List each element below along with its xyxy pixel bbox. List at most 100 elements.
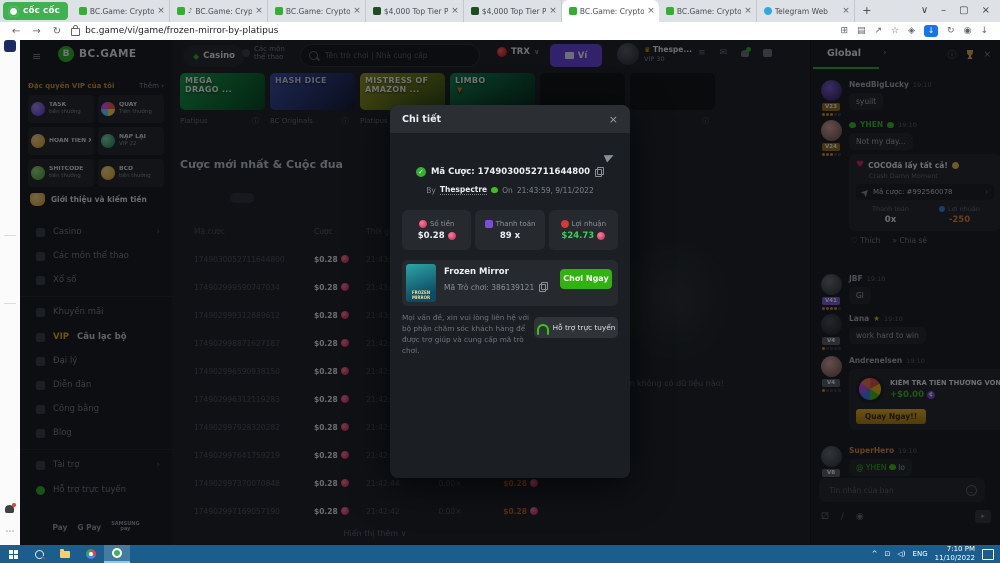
url-field[interactable]: bc.game/vi/game/frozen-mirror-by-platipu… <box>71 26 840 36</box>
sync-icon[interactable]: ↻ <box>947 26 955 36</box>
bet-details-modal: Chi tiết × ✓ Mã Cược: 174903005271164480… <box>390 105 630 478</box>
url-text: bc.game/vi/game/frozen-mirror-by-platipu… <box>85 26 278 36</box>
download-active-icon[interactable]: ↓ <box>924 25 938 37</box>
tab-close-icon[interactable]: × <box>255 6 263 16</box>
forward-icon[interactable]: → <box>32 26 40 37</box>
translate-icon[interactable]: ⊞ <box>840 26 848 36</box>
more-icon[interactable]: ⋯ <box>4 526 16 538</box>
shield-icon[interactable]: ◈ <box>908 26 915 36</box>
tab-favicon <box>373 7 381 15</box>
tab-title: BC.Game: Crypt <box>195 7 252 16</box>
chrome-taskbar-icon[interactable] <box>78 545 104 563</box>
tab-title: $4,000 Top Tier Plati <box>384 7 448 16</box>
gem-icon <box>419 220 427 228</box>
reading-list-icon[interactable]: ▤ <box>857 26 866 36</box>
network-icon[interactable]: ⊡ <box>885 550 891 558</box>
downloads-tray-icon[interactable]: ↓ <box>980 26 988 36</box>
tab-favicon <box>79 7 87 15</box>
tab-title: Telegram Web <box>775 7 839 16</box>
tab-title: BC.Game: Crypto Ca <box>677 7 741 16</box>
start-button[interactable] <box>0 545 26 563</box>
screen: cốc cốc ♪ BC.Game: Crypto Ca × ♪ BC.Game… <box>0 0 1000 563</box>
share-icon[interactable]: ↗ <box>875 26 883 36</box>
frog-icon <box>491 187 498 193</box>
tab-close-icon[interactable]: × <box>744 6 752 16</box>
tab-bcgame-4[interactable]: ♪ BC.Game: Crypto Ca × <box>659 0 757 22</box>
game-name: Frozen Mirror <box>444 267 509 277</box>
close-button[interactable]: × <box>982 1 990 21</box>
tab-favicon <box>764 7 772 15</box>
player-link[interactable]: Thespectre <box>440 185 487 195</box>
action-center-icon[interactable] <box>982 549 994 560</box>
tab-close-icon[interactable]: × <box>647 6 655 16</box>
browser-side-strip: ⋯ <box>0 40 21 545</box>
tab-telegram[interactable]: ♪ Telegram Web × <box>757 0 855 22</box>
modal-title: Chi tiết <box>402 114 441 125</box>
tab-bcgame-3[interactable]: ♪ BC.Game: Crypto Ca × <box>268 0 366 22</box>
taskbar-search-icon[interactable] <box>26 545 52 563</box>
coccoc-logo[interactable]: cốc cốc <box>3 2 68 20</box>
clock[interactable]: 7:10 PM11/10/2022 <box>935 545 975 563</box>
volume-icon[interactable]: ◁) <box>897 550 905 558</box>
divider <box>4 303 16 304</box>
game-thumbnail[interactable]: FROZEN MIRROR <box>406 264 436 302</box>
game-id: Mã Trò chơi: 386139121 <box>444 282 548 292</box>
tab-toptier-2[interactable]: ♪ $4,000 Top Tier Plat × <box>464 0 562 22</box>
gem-icon <box>448 232 456 240</box>
language-indicator[interactable]: ENG <box>913 550 928 558</box>
tab-favicon <box>569 7 577 15</box>
coccoc-icon <box>8 6 19 17</box>
tab-search-icon[interactable]: ∨ <box>921 1 928 21</box>
bet-datetime: 21:43:59, 9/11/2022 <box>517 186 594 195</box>
modal-close-icon[interactable]: × <box>609 113 618 126</box>
bcgame-badge-icon: ✓ <box>416 167 426 177</box>
reload-icon[interactable]: ↻ <box>53 26 61 37</box>
tab-close-icon[interactable]: × <box>451 6 459 16</box>
profile-icon[interactable]: ◉ <box>964 26 972 36</box>
file-explorer-icon[interactable] <box>52 545 78 563</box>
bcgame-page: ≡ B BC.GAME Đặc quyền VIP của tôi Thêm ›… <box>20 40 1000 545</box>
coccoc-taskbar-icon[interactable] <box>104 545 130 563</box>
play-now-button[interactable]: Chơi Ngay <box>560 269 612 289</box>
windows-taskbar: ^ ⊡ ◁) ENG 7:10 PM11/10/2022 <box>0 545 1000 563</box>
tab-toptier-1[interactable]: ♪ $4,000 Top Tier Plati × <box>366 0 464 22</box>
tab-close-icon[interactable]: × <box>353 6 361 16</box>
game-card: FROZEN MIRROR Frozen Mirror Mã Trò chơi:… <box>402 260 618 306</box>
copy-icon[interactable] <box>539 282 548 292</box>
tab-bcgame-2[interactable]: ♪ BC.Game: Crypt × <box>170 0 268 22</box>
minimize-button[interactable]: – <box>941 1 946 21</box>
share-icon[interactable] <box>604 151 616 162</box>
tab-title: BC.Game: Crypto Ca <box>580 7 644 16</box>
tab-close-icon[interactable]: × <box>842 6 850 16</box>
tab-title: BC.Game: Crypto Ca <box>90 7 154 16</box>
notification-bell-icon[interactable] <box>5 505 14 513</box>
maximize-button[interactable]: ▢ <box>959 1 968 21</box>
browser-address-bar: ← → ↻ bc.game/vi/game/frozen-mirror-by-p… <box>0 22 1000 40</box>
new-tab-button[interactable]: + <box>859 3 875 19</box>
tab-audio-icon: ♪ <box>188 7 192 15</box>
tab-bcgame-1[interactable]: ♪ BC.Game: Crypto Ca × <box>72 0 170 22</box>
support-note: Mọi vấn đề, xin vui lòng liên hệ với bộ … <box>402 313 530 357</box>
divider <box>4 235 16 236</box>
bookmark-star-icon[interactable]: ☆ <box>891 26 899 36</box>
tab-bcgame-active[interactable]: ♪ BC.Game: Crypto Ca × <box>562 0 659 22</box>
profit-icon <box>561 220 569 228</box>
gem-icon <box>597 232 605 240</box>
stat-amount: Số tiền $0.28 <box>402 210 471 250</box>
stat-payout: Thanh toán 89 x <box>475 210 544 250</box>
live-support-button[interactable]: Hỗ trợ trực tuyến <box>534 317 618 338</box>
stat-profit: Lợi nhuận $24.73 <box>549 210 618 250</box>
tab-title: BC.Game: Crypto Ca <box>286 7 350 16</box>
browser-tab-bar: cốc cốc ♪ BC.Game: Crypto Ca × ♪ BC.Game… <box>0 0 1000 22</box>
tray-expand-icon[interactable]: ^ <box>872 550 878 558</box>
app-icon[interactable] <box>4 40 16 52</box>
wallet-icon <box>485 220 493 228</box>
copy-icon[interactable] <box>595 167 604 177</box>
back-icon[interactable]: ← <box>12 26 20 37</box>
headset-icon <box>537 324 549 332</box>
coccoc-brand-text: cốc cốc <box>23 6 60 16</box>
tab-favicon <box>471 7 479 15</box>
tab-title: $4,000 Top Tier Plat <box>482 7 546 16</box>
tab-close-icon[interactable]: × <box>549 6 557 16</box>
tab-close-icon[interactable]: × <box>157 6 165 16</box>
